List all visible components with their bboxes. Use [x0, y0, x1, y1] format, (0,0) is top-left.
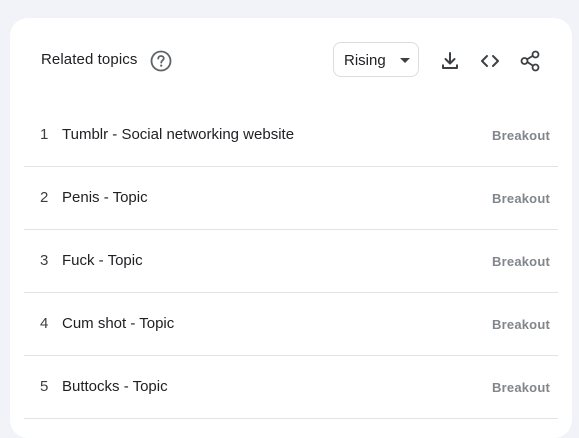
- item-value: Breakout: [492, 317, 550, 332]
- item-label[interactable]: Fuck - Topic: [62, 252, 143, 269]
- item-value: Breakout: [492, 380, 550, 395]
- item-label[interactable]: Penis - Topic: [62, 189, 148, 206]
- item-rank: 2: [40, 189, 49, 206]
- select-value: Rising: [344, 52, 386, 69]
- item-label[interactable]: Tumblr - Social networking website: [62, 126, 294, 143]
- download-icon[interactable]: [438, 49, 462, 73]
- card-title: Related topics: [41, 51, 138, 68]
- rising-top-select[interactable]: Rising: [333, 42, 419, 77]
- card-header: Related topics Rising: [10, 18, 572, 104]
- share-icon[interactable]: [518, 49, 542, 73]
- help-circle-icon[interactable]: [150, 50, 172, 72]
- embed-code-icon[interactable]: [478, 49, 502, 73]
- item-label[interactable]: Buttocks - Topic: [62, 378, 168, 395]
- list-item[interactable]: 3 Fuck - Topic Breakout: [24, 230, 558, 293]
- item-rank: 4: [40, 315, 49, 332]
- dropdown-caret-icon: [400, 58, 410, 63]
- list-item[interactable]: 2 Penis - Topic Breakout: [24, 167, 558, 230]
- item-rank: 1: [40, 126, 49, 143]
- item-rank: 5: [40, 378, 49, 395]
- related-topics-card: Related topics Rising 1 Tumblr - Social …: [10, 18, 572, 438]
- topics-list: 1 Tumblr - Social networking website Bre…: [24, 104, 558, 419]
- item-value: Breakout: [492, 254, 550, 269]
- item-value: Breakout: [492, 191, 550, 206]
- list-item[interactable]: 5 Buttocks - Topic Breakout: [24, 356, 558, 419]
- item-label[interactable]: Cum shot - Topic: [62, 315, 174, 332]
- item-rank: 3: [40, 252, 49, 269]
- item-value: Breakout: [492, 128, 550, 143]
- list-item[interactable]: 4 Cum shot - Topic Breakout: [24, 293, 558, 356]
- list-item[interactable]: 1 Tumblr - Social networking website Bre…: [24, 104, 558, 167]
